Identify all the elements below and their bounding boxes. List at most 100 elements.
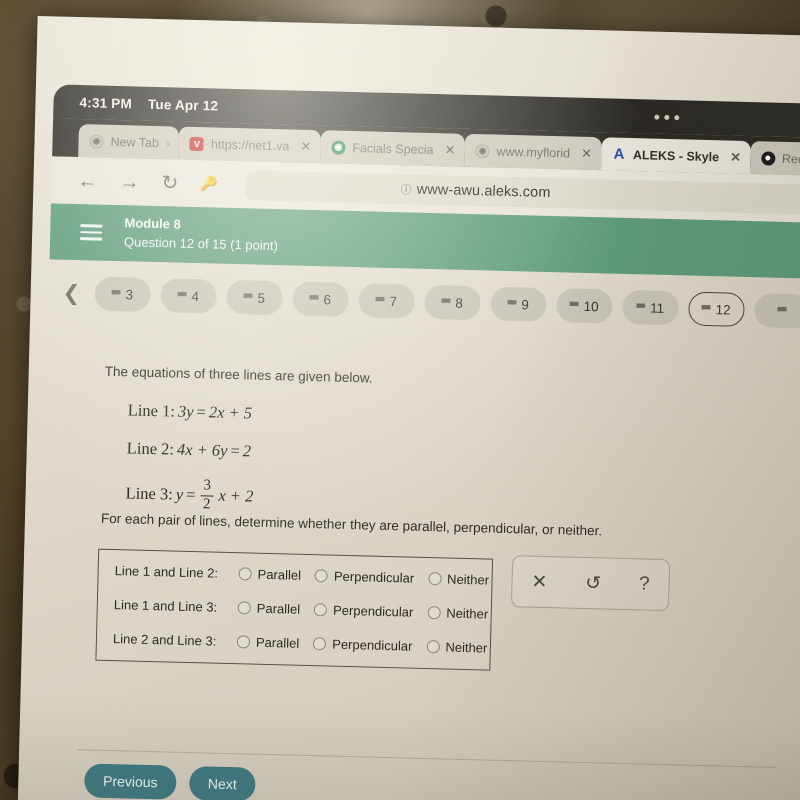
equation-rhs: 2x + 5 bbox=[208, 402, 253, 423]
option-perpendicular[interactable]: Perpendicular bbox=[314, 568, 415, 586]
option-perpendicular[interactable]: Perpendicular bbox=[313, 636, 413, 654]
status-bar-date: Tue Apr 12 bbox=[147, 96, 219, 114]
answer-options-box: Line 1 and Line 2: Parallel Perpendicula… bbox=[95, 548, 494, 671]
clear-icon[interactable]: ✕ bbox=[531, 570, 547, 593]
close-icon[interactable]: ✕ bbox=[444, 142, 455, 158]
help-icon[interactable]: ? bbox=[639, 573, 650, 595]
forward-arrow-icon[interactable]: → bbox=[119, 171, 140, 193]
info-icon: ⓘ bbox=[400, 183, 412, 196]
question-pill-8[interactable]: 8 bbox=[423, 284, 481, 321]
question-body: The equations of three lines are given b… bbox=[37, 325, 800, 765]
pill-label: 3 bbox=[125, 286, 134, 302]
radio-icon[interactable] bbox=[238, 567, 252, 581]
equation-lhs: y bbox=[175, 484, 184, 504]
question-pill-next-partial[interactable] bbox=[753, 293, 800, 329]
question-pill-3[interactable]: 3 bbox=[93, 276, 151, 312]
tab-vitalsource[interactable]: V https://net1.va ✕ bbox=[178, 126, 321, 164]
equation-rhs: x + 2 bbox=[218, 485, 254, 506]
pill-label: 4 bbox=[191, 288, 200, 304]
globe-green-icon: ◉ bbox=[331, 139, 346, 155]
flag-icon bbox=[177, 292, 186, 300]
radio-icon[interactable] bbox=[237, 601, 251, 615]
option-parallel[interactable]: Parallel bbox=[238, 566, 301, 583]
answer-row-line1-line3: Line 1 and Line 3: Parallel Perpendicula… bbox=[114, 597, 489, 621]
answer-row-label: Line 2 and Line 3: bbox=[112, 631, 217, 649]
hamburger-icon[interactable] bbox=[80, 224, 103, 241]
tab-label: www.myflorid bbox=[496, 144, 571, 160]
back-arrow-icon[interactable]: ← bbox=[77, 170, 98, 192]
equation-line-3: Line 3: y = 3 2 x + 2 bbox=[125, 476, 254, 514]
tab-label: ALEKS - Skyle bbox=[632, 147, 720, 164]
option-label: Neither bbox=[446, 605, 489, 622]
equation-label: Line 2: bbox=[126, 438, 175, 459]
radio-icon[interactable] bbox=[236, 635, 251, 649]
status-bar-more-icon bbox=[654, 114, 680, 120]
option-neither[interactable]: Neither bbox=[428, 571, 489, 588]
globe-icon: ◉ bbox=[89, 133, 104, 149]
question-progress-label: Question 12 of 15 (1 point) bbox=[123, 234, 279, 254]
pill-label: 11 bbox=[649, 300, 665, 316]
flag-icon bbox=[441, 298, 450, 306]
question-pill-11[interactable]: 11 bbox=[621, 289, 679, 326]
next-button[interactable]: Next bbox=[188, 766, 256, 800]
option-label: Perpendicular bbox=[333, 568, 415, 586]
undo-icon[interactable]: ↺ bbox=[585, 572, 601, 595]
tab-facials-special[interactable]: ◉ Facials Specia ✕ bbox=[319, 130, 465, 167]
option-neither[interactable]: Neither bbox=[426, 639, 488, 656]
question-pill-6[interactable]: 6 bbox=[291, 281, 349, 317]
reload-icon[interactable]: ↻ bbox=[161, 172, 178, 194]
question-prompt: The equations of three lines are given b… bbox=[104, 363, 373, 386]
pill-label: 6 bbox=[323, 291, 332, 307]
equation-operator: = bbox=[185, 485, 196, 505]
footer-divider bbox=[77, 749, 777, 768]
equation-lhs: 4x + 6y bbox=[176, 439, 228, 460]
tab-label: Facials Specia bbox=[352, 140, 434, 157]
option-parallel[interactable]: Parallel bbox=[236, 634, 299, 651]
address-bar-url: www-awu.aleks.com bbox=[416, 181, 551, 201]
option-label: Neither bbox=[446, 571, 490, 588]
equation-lhs: 3y bbox=[177, 401, 194, 422]
radio-icon[interactable] bbox=[313, 603, 328, 617]
option-label: Perpendicular bbox=[332, 636, 413, 654]
question-pill-9[interactable]: 9 bbox=[489, 286, 547, 322]
tab-separator-icon: › bbox=[165, 135, 171, 150]
address-bar[interactable]: ⓘ www-awu.aleks.com bbox=[245, 169, 800, 215]
device-screen-page: 4:31 PM Tue Apr 12 ◉ New Tab › V https:/… bbox=[16, 15, 800, 800]
question-pill-10[interactable]: 10 bbox=[555, 288, 613, 324]
question-pill-5[interactable]: 5 bbox=[225, 279, 283, 316]
radio-icon[interactable] bbox=[427, 606, 441, 620]
radio-icon[interactable] bbox=[314, 569, 329, 583]
radio-icon[interactable] bbox=[313, 637, 327, 651]
option-parallel[interactable]: Parallel bbox=[237, 600, 300, 617]
radio-icon[interactable] bbox=[426, 640, 440, 654]
pill-label: 5 bbox=[257, 290, 266, 306]
question-pill-4[interactable]: 4 bbox=[159, 278, 217, 314]
flag-icon bbox=[243, 293, 252, 301]
radio-icon[interactable] bbox=[428, 572, 442, 586]
tab-aleks[interactable]: A ALEKS - Skyle ✕ bbox=[600, 137, 751, 175]
close-icon[interactable]: ✕ bbox=[300, 138, 311, 154]
close-icon[interactable]: ✕ bbox=[581, 145, 592, 161]
answer-row-label: Line 1 and Line 2: bbox=[114, 563, 219, 581]
flag-icon bbox=[111, 290, 120, 298]
flag-icon bbox=[701, 305, 710, 313]
equation-rhs: 2 bbox=[242, 441, 252, 461]
chevron-left-icon[interactable]: ❮ bbox=[62, 280, 80, 305]
question-pill-12-current[interactable]: 12 bbox=[687, 291, 745, 327]
fraction: 3 2 bbox=[200, 477, 214, 513]
option-neither[interactable]: Neither bbox=[427, 605, 488, 622]
option-perpendicular[interactable]: Perpendicular bbox=[313, 602, 414, 620]
photo-backdrop: 4:31 PM Tue Apr 12 ◉ New Tab › V https:/… bbox=[0, 0, 800, 800]
tab-myflorida[interactable]: ◉ www.myflorid ✕ bbox=[464, 133, 602, 171]
tab-label: New Tab bbox=[110, 134, 160, 150]
tab-new-tab[interactable]: ◉ New Tab › bbox=[78, 124, 180, 160]
flag-icon bbox=[309, 295, 318, 303]
close-icon[interactable]: ✕ bbox=[730, 149, 741, 165]
pill-label: 9 bbox=[521, 296, 530, 312]
equation-label: Line 3: bbox=[125, 483, 174, 504]
key-icon[interactable]: 🔑 bbox=[200, 175, 218, 192]
tab-rectangle[interactable]: Rectang bbox=[749, 141, 800, 177]
question-pill-7[interactable]: 7 bbox=[357, 283, 415, 319]
previous-button[interactable]: Previous bbox=[83, 763, 177, 800]
flag-icon bbox=[375, 297, 384, 305]
